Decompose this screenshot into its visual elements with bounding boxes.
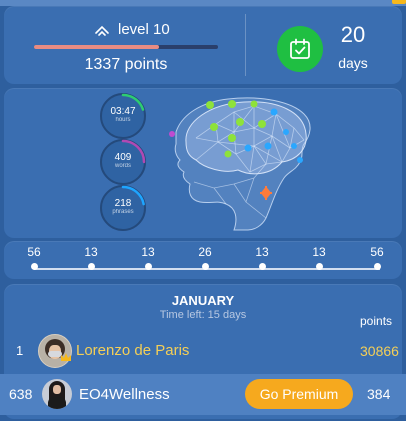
timeline-dot xyxy=(30,263,38,270)
avatar xyxy=(42,379,72,409)
user-name: Lorenzo de Paris xyxy=(76,342,190,359)
words-unit: words xyxy=(114,163,131,169)
level-row[interactable]: level 10 xyxy=(94,21,170,38)
timeline-day[interactable]: 56 xyxy=(18,243,50,270)
level-progress-bar xyxy=(34,45,218,49)
chevron-up-icon xyxy=(95,25,109,36)
rank: 1 xyxy=(16,343,24,358)
leaderboard-row-top[interactable]: 1 Lorenzo de Paris 30866 xyxy=(4,330,402,370)
rank: 638 xyxy=(9,386,33,402)
timeline-dot xyxy=(144,263,152,270)
timeline-day[interactable]: 13 xyxy=(246,243,278,270)
leaderboard-time-left: Time left: 15 days xyxy=(159,309,247,321)
crown-icon xyxy=(392,0,406,4)
streak-calendar-button[interactable] xyxy=(277,26,323,72)
leaderboard-month: JANUARY xyxy=(171,293,235,308)
timeline-day[interactable]: 56 xyxy=(361,243,393,270)
level-header: level 10 1337 points 20 days xyxy=(4,6,402,84)
points-total: 1337 points xyxy=(84,56,168,73)
timeline-dot xyxy=(373,263,381,270)
leaderboard-row-me[interactable]: 638 EO4Wellness Go Premium 384 xyxy=(0,374,406,415)
go-premium-button[interactable]: Go Premium xyxy=(245,379,353,409)
timeline-dot xyxy=(201,263,209,270)
learning-stats: 03:47 hours 409 words 218 phrases xyxy=(4,88,402,238)
divider xyxy=(245,14,246,76)
hours-stat[interactable]: 03:47 hours xyxy=(100,93,146,139)
phrases-unit: phrases xyxy=(112,209,134,215)
level-label: level 10 xyxy=(118,21,170,38)
words-stat[interactable]: 409 words xyxy=(100,139,146,185)
user-points: 30866 xyxy=(360,343,399,359)
streak-days-count: 20 xyxy=(340,22,366,47)
words-progress-ring xyxy=(100,139,146,185)
level-progress-fill xyxy=(34,45,160,49)
streak-days-label: days xyxy=(338,55,368,71)
timeline-day[interactable]: 13 xyxy=(303,243,335,270)
calendar-check-icon xyxy=(290,38,310,59)
phrases-progress-ring xyxy=(100,185,146,231)
timeline-day[interactable]: 13 xyxy=(132,243,164,270)
leaderboard: JANUARY Time left: 15 days points 1 Lore… xyxy=(0,284,406,419)
weekly-activity-timeline: 56 13 13 26 13 13 56 xyxy=(4,241,402,279)
timeline-day[interactable]: 13 xyxy=(75,243,107,270)
phrases-stat[interactable]: 218 phrases xyxy=(100,185,146,231)
timeline-dot xyxy=(315,263,323,270)
hours-unit: hours xyxy=(115,117,131,123)
timeline-dot xyxy=(258,263,266,270)
user-name: EO4Wellness xyxy=(79,386,170,403)
user-points: 384 xyxy=(367,386,391,402)
timeline-dot xyxy=(87,263,95,270)
hours-progress-ring xyxy=(100,93,146,139)
timeline-day[interactable]: 26 xyxy=(189,243,221,270)
points-column-header: points xyxy=(360,314,393,328)
brain-illustration xyxy=(169,97,311,231)
crown-icon xyxy=(61,353,71,361)
